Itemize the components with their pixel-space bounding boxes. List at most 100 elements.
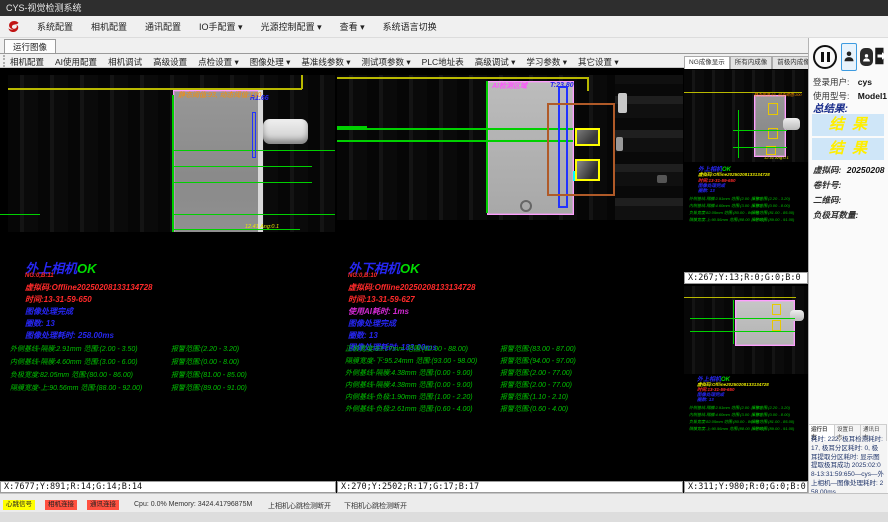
alarm-range: 报警范围:(81.00 - 85.00) [171, 370, 247, 380]
tab-run-image[interactable]: 运行图像 [4, 39, 56, 54]
toolbar-item-spot-check[interactable]: 点检设置 ▾ [198, 56, 239, 68]
model-value: Model1 [858, 91, 887, 101]
upper-camera-heartbeat-text: 上相机心跳检测断开 [268, 501, 331, 511]
tab-count-label: 负极耳数量: [813, 209, 858, 221]
app-window: CYS-视觉检测系统 系统配置 相机配置 通讯配置 IO手配置 ▾ 光源控制配置… [0, 0, 888, 522]
thumb-bottom-coords-bar: X:311;Y:980;R:0;G:0;B:0 [684, 481, 808, 493]
toolbar-item-advanced-settings[interactable]: 高级设置 [153, 56, 187, 68]
toolbar-item-ai-usage-config[interactable]: AI使用配置 [55, 56, 97, 68]
menu-item-comm-config[interactable]: 通讯配置 [143, 18, 183, 35]
yellow-guide-line [301, 75, 303, 89]
green-measure-line [337, 128, 573, 130]
thickness-annotation: T:23.80 [550, 82, 574, 89]
blue-caliper-line [252, 112, 256, 158]
thumb-turns: 圈数: 13 [698, 188, 715, 194]
alarm-range-mini: 报警范围:(81.00 - 85.00) [751, 210, 794, 216]
alarm-range-mini: 报警范围:(0.00 - 8.00) [751, 412, 790, 418]
switch-user-button[interactable] [859, 46, 873, 68]
alarm-range: 报警范围:(0.60 - 4.00) [500, 404, 568, 414]
toolbar-grip[interactable] [3, 55, 8, 67]
pause-icon [813, 45, 837, 69]
menu-item-io-config[interactable]: IO手配置 ▾ [197, 18, 245, 35]
lower-done: 图像处理完成 [348, 318, 396, 329]
measurement-value: 内侧基线-隔膜:4.38mm 范围:(0.00 - 9.00) [345, 380, 473, 390]
vcode-label: 虚拟码: [813, 165, 841, 175]
toolbar-item-advanced-debug[interactable]: 高级调试 ▾ [475, 56, 516, 68]
tab-roi-box [575, 128, 600, 146]
menu-item-system-config[interactable]: 系统配置 [35, 18, 75, 35]
menu-item-light-config[interactable]: 光源控制配置 ▾ [259, 18, 324, 35]
upper-time: 时间:13-31-59-650 [25, 294, 92, 305]
result-display-1: 结果 [812, 114, 884, 136]
upper-elapsed: 图像处理耗时: 258.00ms [25, 330, 114, 341]
menu-item-view[interactable]: 查看 ▾ [338, 18, 367, 35]
machinery-highlight [616, 137, 623, 151]
lower-ai-time: 使用AI耗时: 1ms [348, 306, 409, 317]
lower-camera-heartbeat-text: 下相机心跳检测断开 [344, 501, 407, 511]
comm-link-indicator: 通讯连接 [87, 500, 119, 510]
login-user-label: 登录用户: [813, 77, 849, 87]
model-label: 使用型号: [813, 91, 849, 101]
title-bar: CYS-视觉检测系统 [0, 0, 888, 16]
pause-button[interactable] [812, 44, 838, 70]
green-measure-line [172, 214, 335, 215]
tab-white-blob [263, 119, 308, 144]
lower-camera-image[interactable]: AI检测区域 T:23.80 [337, 75, 683, 220]
upper-camera-image[interactable]: R1.66 静态阈值:93, 动态阈值:100 12.41 Ang:0.1 [8, 75, 335, 232]
tab-roi-box-mini [768, 103, 778, 115]
green-measure-thick [337, 126, 367, 130]
alarm-range: 报警范围:(1.10 - 2.10) [500, 392, 568, 402]
camera-link-indicator: 相机连接 [45, 500, 77, 510]
measurement-value: 隔膜宽度-下:95.24mm 范围:(93.00 - 98.00) [345, 356, 477, 366]
toolbar-item-other-settings[interactable]: 其它设置 ▾ [578, 56, 619, 68]
menu-item-camera-config[interactable]: 相机配置 [89, 18, 129, 35]
toolbar-item-baseline-params[interactable]: 基准线参数 ▾ [301, 56, 350, 68]
angle-annotation: 12.41 Ang:0.1 [245, 224, 279, 230]
alarm-range-mini: 报警范围:(2.20 - 3.20) [751, 405, 790, 411]
green-measure-line [690, 318, 795, 319]
toolbar-item-learning-params[interactable]: 学习参数 ▾ [526, 56, 567, 68]
upper-done: 图像处理完成 [25, 306, 73, 317]
cpu-memory-text: Cpu: 0.0% Memory: 3424.41796875M [134, 501, 252, 508]
app-title: CYS-视觉检测系统 [6, 3, 82, 13]
green-baseline [172, 95, 174, 232]
green-baseline [733, 300, 734, 344]
separator-region-mini [735, 300, 795, 346]
login-user-button[interactable] [841, 43, 857, 71]
exit-button[interactable] [873, 44, 888, 70]
measurement-value: 负极宽度:82.05mm 范围:(80.00 - 86.00) [10, 370, 133, 380]
login-user-value: cys [858, 77, 872, 87]
menu-item-language-switch[interactable]: 系统语言切换 [381, 18, 439, 35]
toolbar-item-camera-config[interactable]: 相机配置 [10, 56, 44, 68]
tab-strip-divider [0, 53, 808, 54]
alarm-range-mini: 报警范围:(89.00 - 91.00) [751, 217, 794, 223]
thumb-backdrop [684, 70, 808, 162]
secondary-thumbnail-view[interactable]: 外上相机OK 虚拟码:Offline20250208133134728 时间:1… [684, 286, 808, 479]
toolbar-item-plc-address-table[interactable]: PLC地址表 [422, 56, 464, 68]
alarm-range: 报警范围:(89.00 - 91.00) [171, 383, 247, 393]
user-icon [843, 50, 855, 65]
alarm-range-mini: 报警范围:(2.20 - 3.20) [751, 196, 790, 202]
measurement-value: 外侧基线-隔膜:2.91mm 范围:(2.00 - 3.50) [10, 344, 138, 354]
machine-roller-circle [520, 200, 532, 212]
vcode-row: 虚拟码: 20250208 [813, 164, 885, 176]
green-measure-line [172, 229, 300, 230]
alarm-range-mini: 报警范围:(81.00 - 85.00) [751, 419, 794, 425]
lower-turns: 圈数: 13 [348, 330, 378, 341]
ng-thumbnail-view[interactable]: 静态阈值:93, 动态阈值:100 12.41 Ang:0.1 外上相机OK 虚… [684, 70, 808, 270]
toolbar-item-image-processing[interactable]: 图像处理 ▾ [250, 56, 291, 68]
threshold-annotation-mini: 静态阈值:93, 动态阈值:100 [754, 92, 802, 98]
ai-region-label: AI检测区域 [492, 81, 527, 91]
machinery-highlight [657, 175, 667, 183]
upper-ng-info: NG:0,B:11 [25, 273, 54, 279]
toolbar: 相机配置 AI使用配置 相机调试 高级设置 点检设置 ▾ 图像处理 ▾ 基准线参… [10, 55, 670, 68]
bright-edge-strip [258, 90, 263, 232]
lower-coords-bar: X:270;Y:2502;R:17;G:17;B:17 [337, 481, 683, 493]
tab-all-inner-image[interactable]: 所有内成像 [730, 56, 773, 69]
toolbar-item-test-params[interactable]: 测试项参数 ▾ [362, 56, 411, 68]
alarm-range: 报警范围:(0.00 - 8.00) [171, 357, 239, 367]
tab-ng-image-display[interactable]: NG成像显示 [684, 56, 730, 69]
toolbar-item-camera-debug[interactable]: 相机调试 [108, 56, 142, 68]
separator-region [173, 90, 260, 232]
yellow-guide-line [587, 77, 589, 91]
